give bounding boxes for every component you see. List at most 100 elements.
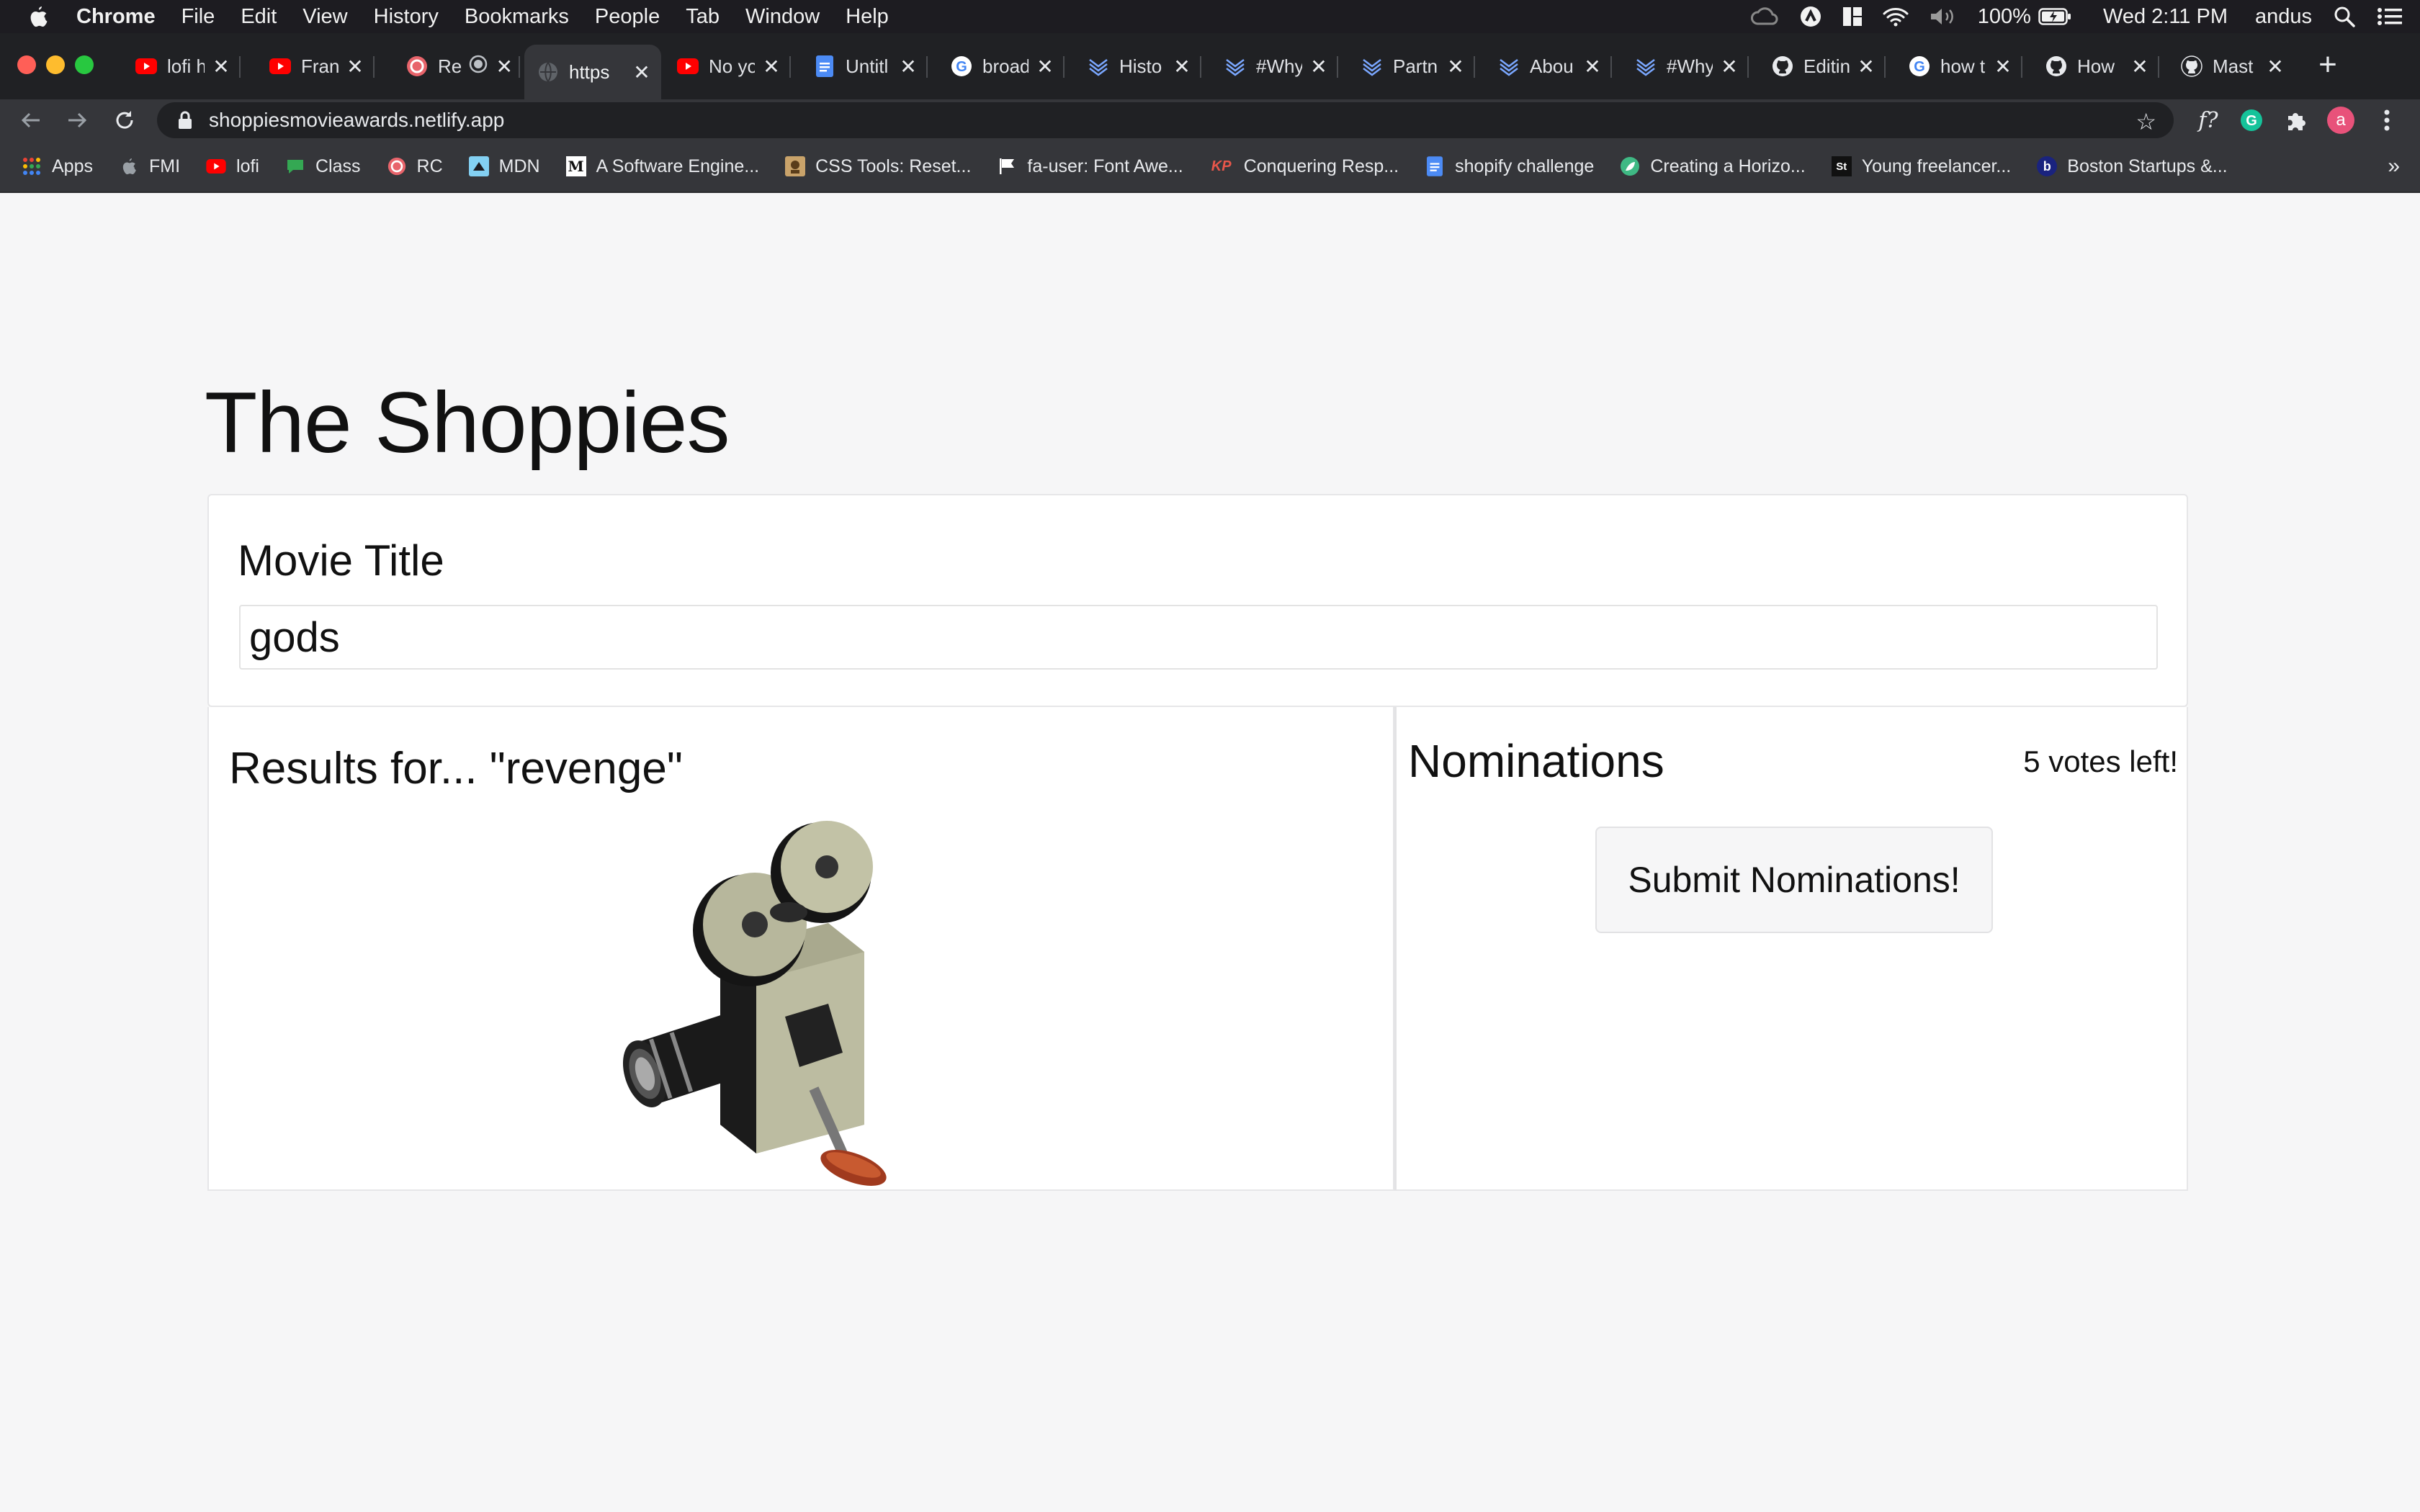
close-tab-icon[interactable]: ✕ — [762, 55, 781, 78]
bookmark-font-awesome[interactable]: fa-user: Font Awe... — [997, 156, 1183, 177]
close-tab-icon[interactable]: ✕ — [1994, 55, 2012, 78]
wifi-icon[interactable] — [1883, 6, 1909, 27]
b-icon: b — [2037, 156, 2058, 176]
menu-view[interactable]: View — [302, 5, 347, 29]
menu-edit[interactable]: Edit — [241, 5, 277, 29]
tab-title: Abou — [1530, 55, 1574, 77]
medium-icon: M — [565, 156, 586, 176]
tab-shoppies-active[interactable]: https ✕ — [524, 45, 661, 99]
bookmark-label: Young freelancer... — [1861, 156, 2012, 176]
bookmark-software-engineer[interactable]: M A Software Engine... — [565, 156, 759, 177]
tab-frank[interactable]: Frank ✕ — [256, 45, 375, 88]
function-extension-icon[interactable]: f? — [2192, 105, 2224, 135]
close-tab-icon[interactable]: ✕ — [1309, 55, 1328, 78]
tab-title: https — [569, 60, 610, 83]
tab-title: broad — [982, 55, 1028, 77]
reload-button[interactable] — [107, 102, 143, 138]
close-tab-icon[interactable]: ✕ — [495, 55, 514, 78]
close-tab-icon[interactable]: ✕ — [2266, 55, 2285, 78]
close-tab-icon[interactable]: ✕ — [1446, 55, 1465, 78]
bookmark-shopify-challenge[interactable]: shopify challenge — [1425, 156, 1594, 177]
magnet-icon[interactable] — [1842, 6, 1863, 27]
back-button[interactable] — [13, 102, 49, 138]
chrome-menu-icon[interactable] — [2374, 105, 2400, 135]
menu-history[interactable]: History — [374, 5, 439, 29]
bookmark-apps[interactable]: Apps — [22, 156, 93, 177]
tab-about[interactable]: Abou ✕ — [1485, 45, 1612, 88]
user-name[interactable]: andus — [2255, 5, 2312, 29]
bookmark-rc[interactable]: RC — [387, 156, 443, 177]
tab-why-1[interactable]: #Why ✕ — [1211, 45, 1338, 88]
waves-icon — [1361, 55, 1383, 77]
bookmark-young-freelancer[interactable]: St Young freelancer... — [1831, 156, 2012, 177]
notification-center-icon[interactable] — [2377, 6, 2403, 27]
tab-history[interactable]: Histo ✕ — [1075, 45, 1201, 88]
bookmark-mdn[interactable]: MDN — [468, 156, 540, 177]
bookmark-boston-startups[interactable]: b Boston Startups &... — [2037, 156, 2228, 177]
menu-tab[interactable]: Tab — [686, 5, 720, 29]
bookmark-class[interactable]: Class — [285, 156, 361, 177]
browser-toolbar: shoppiesmovieawards.netlify.app ☆ f? G a — [0, 99, 2420, 141]
menu-file[interactable]: File — [182, 5, 215, 29]
tab-no-you[interactable]: No yo ✕ — [664, 45, 791, 88]
clock-datetime[interactable]: Wed 2:11 PM — [2103, 5, 2228, 29]
tab-google-broad[interactable]: G broad ✕ — [938, 45, 1065, 88]
menu-window[interactable]: Window — [745, 5, 820, 29]
close-tab-icon[interactable]: ✕ — [346, 55, 364, 78]
menu-help[interactable]: Help — [846, 5, 889, 29]
bookmark-conquering-resp[interactable]: KP Conquering Resp... — [1209, 156, 1399, 177]
tab-untitled-doc[interactable]: Untitl ✕ — [801, 45, 928, 88]
tab-recurse[interactable]: Re ✕ — [393, 45, 520, 88]
audio-playing-icon[interactable] — [469, 55, 488, 78]
menu-app-name[interactable]: Chrome — [76, 5, 156, 29]
battery-icon[interactable] — [2038, 8, 2071, 25]
tab-why-2[interactable]: #Why ✕ — [1622, 45, 1749, 88]
close-tab-icon[interactable]: ✕ — [1857, 55, 1876, 78]
tab-title: Untitl — [846, 55, 889, 77]
tab-mastery[interactable]: Mast ✕ — [2168, 45, 2295, 88]
grammarly-icon[interactable]: G — [2236, 105, 2267, 135]
menu-people[interactable]: People — [595, 5, 660, 29]
malwarebytes-icon[interactable] — [1799, 5, 1822, 28]
more-bookmarks-chevron-icon[interactable]: » — [2388, 154, 2400, 179]
leaf-icon — [1620, 156, 1640, 176]
github-icon — [2045, 55, 2067, 77]
bookmark-fmi[interactable]: FMI — [119, 156, 180, 177]
close-tab-icon[interactable]: ✕ — [1583, 55, 1602, 78]
window-close-icon[interactable] — [17, 55, 36, 74]
creative-cloud-icon[interactable] — [1750, 6, 1779, 27]
apple-menu-icon[interactable] — [0, 0, 76, 33]
lock-icon[interactable] — [174, 111, 196, 130]
extensions-puzzle-icon[interactable] — [2280, 105, 2312, 135]
address-bar[interactable]: shoppiesmovieawards.netlify.app ☆ — [157, 102, 2174, 138]
tab-editing[interactable]: Editin ✕ — [1759, 45, 1886, 88]
close-tab-icon[interactable]: ✕ — [1036, 55, 1054, 78]
close-tab-icon[interactable]: ✕ — [899, 55, 918, 78]
window-zoom-icon[interactable] — [75, 55, 94, 74]
close-tab-icon[interactable]: ✕ — [1720, 55, 1739, 78]
close-tab-icon[interactable]: ✕ — [1173, 55, 1191, 78]
tab-partners[interactable]: Partn ✕ — [1348, 45, 1475, 88]
movie-title-input[interactable] — [239, 605, 2158, 670]
new-tab-button[interactable]: + — [2312, 49, 2344, 82]
menu-bookmarks[interactable]: Bookmarks — [465, 5, 569, 29]
volume-icon[interactable] — [1929, 6, 1958, 27]
forward-button[interactable] — [59, 102, 95, 138]
tab-google-how[interactable]: G how t ✕ — [1896, 45, 2022, 88]
bookmark-star-icon[interactable]: ☆ — [2136, 108, 2156, 135]
tab-lofi[interactable]: lofi hi ✕ — [122, 45, 241, 88]
profile-avatar[interactable]: a — [2325, 105, 2357, 135]
mdn-icon — [468, 156, 489, 176]
window-minimize-icon[interactable] — [46, 55, 65, 74]
close-tab-icon[interactable]: ✕ — [632, 60, 651, 84]
bookmark-creating-horizontal[interactable]: Creating a Horizo... — [1620, 156, 1806, 177]
close-tab-icon[interactable]: ✕ — [212, 55, 230, 78]
apps-grid-icon — [22, 156, 42, 176]
submit-nominations-button[interactable]: Submit Nominations! — [1595, 827, 1993, 933]
close-tab-icon[interactable]: ✕ — [2130, 55, 2149, 78]
kp-icon: KP — [1211, 158, 1232, 174]
spotlight-search-icon[interactable] — [2334, 6, 2355, 27]
bookmark-lofi[interactable]: lofi — [206, 156, 259, 177]
tab-github-how[interactable]: How ✕ — [2033, 45, 2159, 88]
bookmark-css-tools[interactable]: CSS Tools: Reset... — [785, 156, 971, 177]
